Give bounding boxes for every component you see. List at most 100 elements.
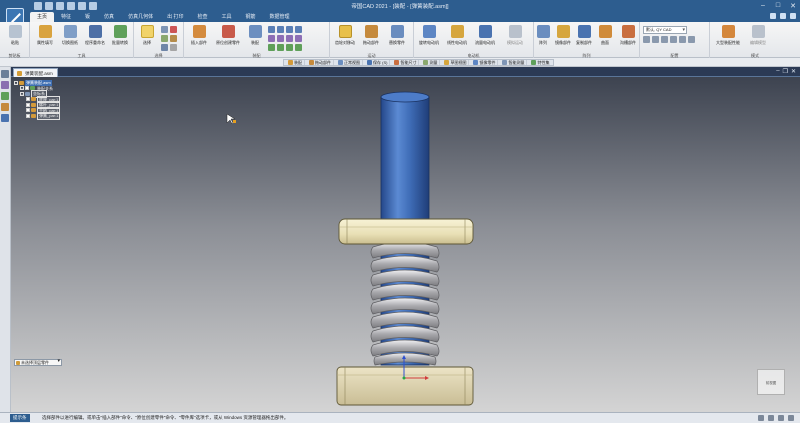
- model-canvas[interactable]: [11, 77, 800, 412]
- ctx-property-set[interactable]: 特性集: [529, 60, 551, 65]
- tab-features[interactable]: 特征: [54, 12, 78, 22]
- rename-button[interactable]: 程序重命名: [82, 25, 108, 46]
- pan-icon[interactable]: [768, 415, 774, 421]
- config-delete-icon[interactable]: [661, 36, 668, 43]
- fix-icon[interactable]: [268, 44, 275, 51]
- minimize-icon[interactable]: –: [758, 1, 768, 10]
- linear-motor-button[interactable]: 线性电动机: [444, 25, 470, 46]
- expand-icon[interactable]: +: [20, 91, 24, 96]
- top-level-part-select[interactable]: 未选择顶层零件: [14, 359, 62, 366]
- maximize-icon[interactable]: □: [773, 1, 783, 10]
- library-icon[interactable]: [1, 92, 9, 100]
- tab-rebar[interactable]: 钢筋: [239, 12, 263, 22]
- config-apply-icon[interactable]: [670, 36, 677, 43]
- visibility-checkbox[interactable]: [26, 97, 30, 102]
- switch-drawing-button[interactable]: 切换图纸: [57, 25, 83, 46]
- edit-model-button[interactable]: 编辑模型: [744, 25, 772, 46]
- isolate-icon[interactable]: [161, 44, 168, 51]
- config-save-icon[interactable]: [652, 36, 659, 43]
- spring-part[interactable]: [370, 241, 440, 366]
- settings-icon[interactable]: [780, 13, 786, 19]
- tangent-icon[interactable]: [277, 35, 284, 42]
- fill-properties-button[interactable]: 属性填写: [32, 25, 58, 46]
- base-part[interactable]: [336, 366, 474, 406]
- visibility-checkbox[interactable]: [26, 113, 30, 118]
- help-icon[interactable]: [770, 13, 776, 19]
- view-cube[interactable]: 前视图: [757, 369, 785, 395]
- configuration-select[interactable]: 默认, QY CAD: [643, 26, 687, 34]
- clear-selection-icon[interactable]: [170, 26, 177, 33]
- collapse-icon[interactable]: −: [14, 80, 18, 85]
- 3d-viewport[interactable]: − 弹簧装配.asm + 装配关系 + 坐标系 底座_par:1 螺杆_par:…: [11, 77, 800, 412]
- tab-data-management[interactable]: 数据管理: [263, 12, 297, 22]
- drag-part-button[interactable]: 拖动部件: [358, 25, 384, 46]
- config-list-icon[interactable]: [679, 36, 686, 43]
- feature-library-icon[interactable]: [1, 103, 9, 111]
- ctx-measure[interactable]: 测量: [421, 60, 441, 65]
- axial-align-icon[interactable]: [295, 26, 302, 33]
- rotary-motor-button[interactable]: 旋转电动机: [416, 25, 442, 46]
- insert-part-button[interactable]: 插入部件: [186, 25, 212, 46]
- pattern-button[interactable]: 阵列: [532, 25, 554, 46]
- print-icon[interactable]: [89, 2, 97, 10]
- undo-icon[interactable]: [67, 2, 75, 10]
- save-icon[interactable]: [56, 2, 64, 10]
- lock-icon[interactable]: [170, 44, 177, 51]
- paste-button[interactable]: 粘贴: [2, 25, 28, 46]
- tab-simulation-geometry[interactable]: 仿真几何体: [121, 12, 160, 22]
- align-icon[interactable]: [277, 26, 284, 33]
- flow-motor-button[interactable]: 流量电动机: [472, 25, 498, 46]
- parallel-icon[interactable]: [277, 44, 284, 51]
- mate-icon[interactable]: [268, 26, 275, 33]
- ctx-save[interactable]: 保存 (S): [365, 60, 391, 65]
- redo-icon[interactable]: [78, 2, 86, 10]
- center-icon[interactable]: [295, 44, 302, 51]
- create-in-place-button[interactable]: 原位创建零件: [213, 25, 243, 46]
- collapse-ribbon-icon[interactable]: [790, 13, 796, 19]
- rotate-icon[interactable]: [778, 415, 784, 421]
- layers-icon[interactable]: [1, 81, 9, 89]
- ctx-drag-part[interactable]: 拖动部件: [307, 60, 334, 65]
- gear-move-button[interactable]: 齿轮对移动: [332, 25, 358, 46]
- select-button[interactable]: 选择: [134, 25, 160, 46]
- ctx-sketch-view[interactable]: 草图视图: [442, 60, 470, 65]
- visibility-checkbox[interactable]: [26, 102, 30, 107]
- replace-part-button[interactable]: 替换零件: [384, 25, 410, 46]
- handle-part[interactable]: [338, 218, 474, 245]
- doc-close-icon[interactable]: ✕: [791, 68, 796, 75]
- connect-icon[interactable]: [286, 44, 293, 51]
- open-icon[interactable]: [45, 2, 53, 10]
- hide-icon[interactable]: [170, 35, 177, 42]
- select-filter-icon[interactable]: [161, 26, 168, 33]
- groove-part-button[interactable]: 沟槽部件: [616, 25, 640, 46]
- expand-icon[interactable]: +: [20, 86, 24, 91]
- insert-icon[interactable]: [286, 26, 293, 33]
- zoom-icon[interactable]: [758, 415, 764, 421]
- tab-sheetmetal[interactable]: 钣: [78, 12, 97, 22]
- config-new-icon[interactable]: [643, 36, 650, 43]
- simulate-motion-button[interactable]: 模拟运动: [502, 25, 528, 46]
- copy-part-button[interactable]: 复制部件: [573, 25, 595, 46]
- tab-home[interactable]: 主页: [30, 12, 55, 22]
- show-icon[interactable]: [161, 35, 168, 42]
- tab-tools[interactable]: 工具: [214, 12, 238, 22]
- gear-icon[interactable]: [295, 35, 302, 42]
- fit-icon[interactable]: [788, 415, 794, 421]
- angle-icon[interactable]: [268, 35, 275, 42]
- ctx-smart-measure[interactable]: 智能测量: [500, 60, 528, 65]
- doc-restore-icon[interactable]: ❐: [783, 68, 788, 75]
- mirror-part-button[interactable]: 镜像部件: [552, 25, 574, 46]
- ctx-assembly[interactable]: 装配: [286, 60, 305, 65]
- close-icon[interactable]: ✕: [788, 1, 798, 10]
- tab-simulation[interactable]: 仿真: [97, 12, 121, 22]
- ctx-mirror-part[interactable]: 镜像零件: [471, 60, 499, 65]
- config-options-icon[interactable]: [688, 36, 695, 43]
- large-assembly-button[interactable]: 大型装配性能: [712, 25, 744, 46]
- ctx-normal-view[interactable]: 正常视图: [336, 60, 363, 65]
- assemble-button[interactable]: 装配: [242, 25, 268, 46]
- batch-convert-button[interactable]: 批量转换: [107, 25, 133, 46]
- new-icon[interactable]: [34, 2, 42, 10]
- sensors-icon[interactable]: [1, 114, 9, 122]
- pathfinder-icon[interactable]: [1, 70, 9, 78]
- tab-inspect[interactable]: 检查: [190, 12, 214, 22]
